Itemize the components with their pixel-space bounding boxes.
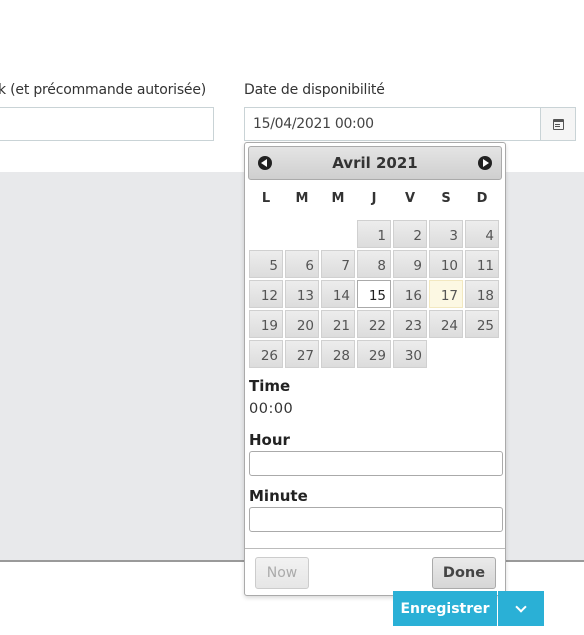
day-cell[interactable]: 19 [249,310,283,338]
day-cell[interactable]: 8 [357,250,391,278]
day-cell[interactable]: 25 [465,310,499,338]
weekday-label: V [404,191,416,206]
day-cell[interactable]: 4 [465,220,499,248]
day-cell[interactable]: 24 [429,310,463,338]
hour-label: Hour [249,431,290,449]
time-value: 00:00 [249,401,294,417]
day-cell[interactable]: 21 [321,310,355,338]
month-title: Avril 2021 [332,154,418,172]
minute-label: Minute [249,487,308,505]
day-cell[interactable]: 18 [465,280,499,308]
day-cell[interactable]: 14 [321,280,355,308]
picker-header: Avril 2021 [248,146,502,180]
now-button[interactable]: Now [255,557,309,589]
weekday-label: D [476,191,488,206]
done-button[interactable]: Done [432,557,496,589]
day-cell[interactable]: 20 [285,310,319,338]
prev-month-icon[interactable] [258,156,272,170]
weekday-label: M [331,191,345,206]
datetime-picker: Avril 2021 L M M J V S D 1 2 3 4 5 6 7 8 9 10 11 12… [244,142,506,596]
picker-divider [245,548,505,549]
day-cell[interactable]: 12 [249,280,283,308]
day-cell[interactable]: 23 [393,310,427,338]
weekday-header: L M M J V S D [249,191,503,211]
time-label: Time [249,377,291,395]
day-cell[interactable]: 30 [393,340,427,368]
hour-slider[interactable] [249,451,503,476]
page: k (et précommande autorisée) Date de dis… [0,0,584,635]
day-cell[interactable]: 6 [285,250,319,278]
day-cell[interactable]: 11 [465,250,499,278]
availability-date-label: Date de disponibilité [244,82,385,98]
day-cell[interactable]: 28 [321,340,355,368]
day-cell[interactable]: 27 [285,340,319,368]
day-cell[interactable]: 7 [321,250,355,278]
next-month-icon[interactable] [478,156,492,170]
day-cell[interactable]: 29 [357,340,391,368]
weekday-label: S [441,191,451,206]
day-cell[interactable]: 22 [357,310,391,338]
stock-field-label: k (et précommande autorisée) [0,82,206,98]
day-cell[interactable]: 13 [285,280,319,308]
day-grid: 1 2 3 4 5 6 7 8 9 10 11 12 13 14 15 16 17 18 19 20 21 22 23 24 2… [249,220,503,370]
day-cell[interactable]: 1 [357,220,391,248]
day-cell[interactable]: 2 [393,220,427,248]
availability-date-input[interactable]: 15/04/2021 00:00 [244,107,541,141]
weekday-label: M [295,191,309,206]
day-cell[interactable]: 26 [249,340,283,368]
day-cell[interactable]: 15 [357,280,391,308]
day-cell[interactable]: 3 [429,220,463,248]
day-cell[interactable]: 10 [429,250,463,278]
minute-slider[interactable] [249,507,503,532]
stock-field-input[interactable] [0,107,214,141]
day-cell[interactable]: 17 [429,280,463,308]
day-cell[interactable]: 16 [393,280,427,308]
calendar-button[interactable] [540,107,576,141]
day-cell[interactable]: 5 [249,250,283,278]
save-button[interactable]: Enregistrer [393,591,497,626]
day-cell[interactable]: 9 [393,250,427,278]
save-options-button[interactable] [498,591,544,626]
chevron-down-icon [515,600,527,613]
weekday-label: J [371,191,377,206]
calendar-icon [552,118,564,130]
weekday-label: L [261,191,271,206]
